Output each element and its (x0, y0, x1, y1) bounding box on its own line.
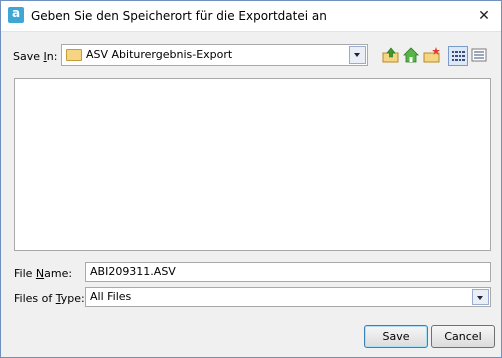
save-dialog: a Geben Sie den Speicherort für die Expo… (0, 0, 502, 358)
chevron-down-icon[interactable] (472, 289, 489, 305)
home-icon[interactable] (402, 46, 420, 64)
up-one-level-icon[interactable] (382, 46, 400, 64)
file-type-value: All Files (90, 290, 132, 303)
folder-icon (66, 49, 82, 61)
save-button[interactable]: Save (364, 325, 428, 348)
chevron-down-icon[interactable] (349, 46, 366, 64)
file-list[interactable] (14, 78, 491, 251)
title-bar: a Geben Sie den Speicherort für die Expo… (1, 1, 501, 32)
file-name-label: File Name: (14, 267, 73, 280)
file-type-dropdown[interactable]: All Files (85, 287, 491, 307)
save-in-value: ASV Abiturergebnis-Export (86, 48, 233, 61)
app-icon-letter: a (11, 6, 21, 20)
list-view-icon[interactable] (448, 46, 468, 66)
save-in-dropdown[interactable]: ASV Abiturergebnis-Export (61, 44, 368, 66)
app-icon: a (8, 6, 24, 23)
details-view-icon[interactable] (470, 46, 488, 64)
file-name-input[interactable]: ABI209311.ASV (85, 262, 491, 282)
file-name-value: ABI209311.ASV (90, 265, 176, 278)
file-type-label: Files of Type: (14, 292, 85, 305)
window-title: Geben Sie den Speicherort für die Export… (31, 9, 327, 23)
close-icon[interactable]: ✕ (475, 7, 493, 25)
cancel-button[interactable]: Cancel (431, 325, 495, 348)
save-in-label: Save In: (13, 50, 58, 63)
new-folder-icon[interactable] (423, 46, 441, 64)
